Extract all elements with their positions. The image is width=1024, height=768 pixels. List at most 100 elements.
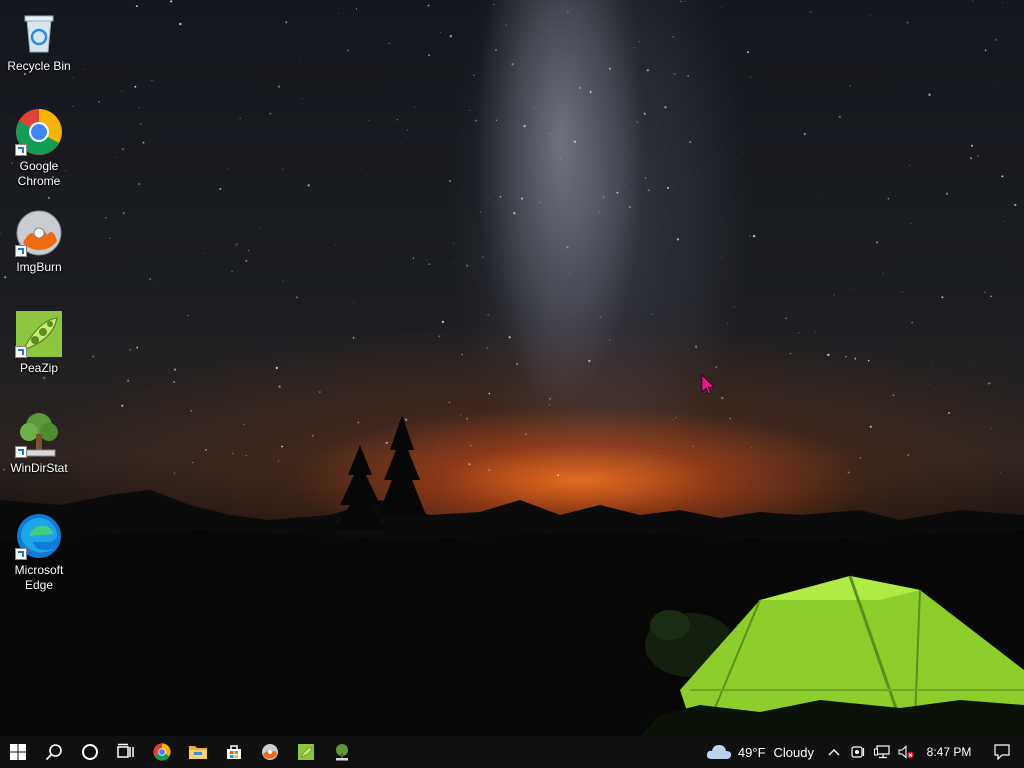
star xyxy=(990,295,992,298)
star xyxy=(887,198,889,200)
network-button[interactable] xyxy=(870,736,894,768)
star xyxy=(567,11,569,13)
cortana-button[interactable] xyxy=(72,736,108,768)
desktop-icon-windirstat[interactable]: WinDirStat xyxy=(4,410,74,476)
star xyxy=(138,182,141,186)
star xyxy=(272,458,274,460)
star xyxy=(559,158,561,160)
taskbar-peazip-button[interactable] xyxy=(288,736,324,768)
star xyxy=(849,84,851,87)
star xyxy=(245,259,248,262)
star xyxy=(489,198,490,200)
star xyxy=(972,362,974,364)
star xyxy=(282,168,284,170)
file-explorer-icon xyxy=(189,746,207,759)
star xyxy=(243,423,246,426)
star xyxy=(253,231,255,233)
imgburn-icon xyxy=(262,744,278,760)
start-icon xyxy=(10,744,26,760)
star xyxy=(139,123,142,125)
star xyxy=(192,461,194,464)
star xyxy=(438,335,441,338)
taskbar-file-explorer-button[interactable] xyxy=(180,736,216,768)
star xyxy=(664,106,667,109)
star xyxy=(997,84,999,86)
star xyxy=(634,47,635,49)
star xyxy=(603,196,605,198)
chrome-icon xyxy=(15,108,63,156)
start-button[interactable] xyxy=(0,736,36,768)
taskbar-store-button[interactable] xyxy=(216,736,252,768)
star xyxy=(995,136,997,138)
star xyxy=(972,0,974,2)
star xyxy=(675,416,677,418)
star xyxy=(259,227,260,228)
desktop-icon-label: ImgBurn xyxy=(16,260,62,274)
desktop-icon-google-chrome[interactable]: Google Chrome xyxy=(4,108,74,189)
star xyxy=(352,337,355,339)
desktop-icon-recycle-bin[interactable]: Recycle Bin xyxy=(4,8,74,74)
star xyxy=(135,5,138,8)
star xyxy=(910,222,912,224)
star xyxy=(205,448,207,451)
clock-time: 8:47 PM xyxy=(926,745,972,759)
star xyxy=(673,73,676,75)
star xyxy=(481,256,484,259)
star xyxy=(275,366,278,370)
volume-button[interactable] xyxy=(894,736,918,768)
star xyxy=(129,348,132,351)
star xyxy=(77,52,79,54)
search-icon xyxy=(45,744,62,761)
peazip-icon xyxy=(15,310,63,358)
star xyxy=(869,425,872,428)
star xyxy=(282,280,284,282)
show-hidden-icons-button[interactable] xyxy=(822,736,846,768)
chevron-up-icon xyxy=(828,749,840,756)
star xyxy=(505,24,507,26)
star xyxy=(441,320,445,324)
star xyxy=(970,144,974,147)
star xyxy=(109,237,111,239)
system-tray: 49°F Cloudy 8:47 PM xyxy=(702,736,1024,768)
taskbar-windirstat-button[interactable] xyxy=(324,736,360,768)
star xyxy=(0,233,1,235)
star xyxy=(396,119,398,121)
star xyxy=(827,353,830,357)
weather-widget[interactable]: 49°F Cloudy xyxy=(702,736,822,768)
desktop-icon-label: WinDirStat xyxy=(10,461,68,475)
star xyxy=(469,444,472,447)
star xyxy=(493,4,495,5)
star xyxy=(629,206,631,208)
tray-app-button[interactable] xyxy=(846,736,870,768)
task-view-button[interactable] xyxy=(108,736,144,768)
star xyxy=(741,153,743,154)
star xyxy=(599,211,601,213)
star xyxy=(296,296,298,299)
taskbar-chrome-button[interactable] xyxy=(144,736,180,768)
star xyxy=(636,121,638,123)
star xyxy=(589,90,592,93)
star xyxy=(715,366,718,368)
search-button[interactable] xyxy=(36,736,72,768)
clock[interactable]: 8:47 PM xyxy=(918,745,980,759)
desktop-icon-imgburn[interactable]: ImgBurn xyxy=(4,209,74,275)
star xyxy=(566,246,569,249)
star xyxy=(689,140,692,144)
peazip-icon xyxy=(298,744,314,760)
star xyxy=(803,133,806,135)
action-center-button[interactable] xyxy=(980,736,1024,768)
star xyxy=(428,54,430,57)
star xyxy=(92,355,95,358)
desktop-icon-peazip[interactable]: PeaZip xyxy=(4,310,74,376)
star xyxy=(151,79,153,81)
shortcut-arrow-icon xyxy=(15,548,27,560)
star xyxy=(676,238,680,241)
star xyxy=(352,302,354,303)
star xyxy=(252,361,254,363)
desktop-icon-microsoft-edge[interactable]: Microsoft Edge xyxy=(4,512,74,593)
desktop-icon-label: Google Chrome xyxy=(17,159,61,188)
network-wired-icon xyxy=(874,745,890,759)
star xyxy=(927,384,929,385)
taskbar-imgburn-button[interactable] xyxy=(252,736,288,768)
windirstat-icon xyxy=(336,744,348,761)
